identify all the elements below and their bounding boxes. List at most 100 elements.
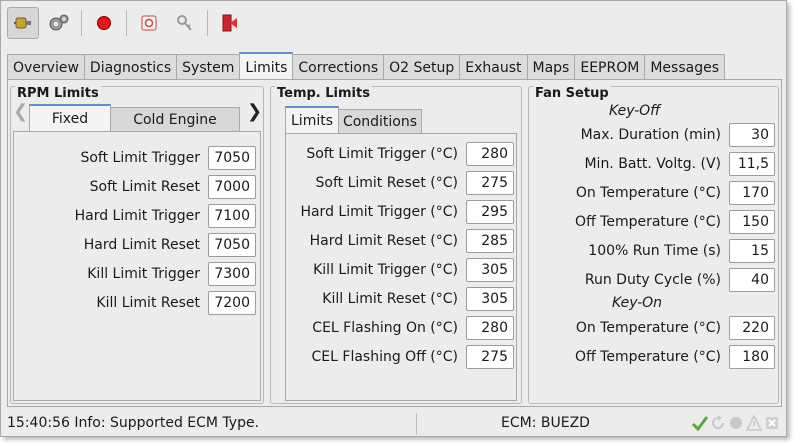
- temp-subtabs: Limits Conditions: [285, 106, 422, 133]
- tab-overview[interactable]: Overview: [7, 54, 85, 80]
- run-duty-cycle-field[interactable]: 40: [729, 268, 775, 292]
- temp-limits-panel: Soft Limit Trigger (°C) 280 Soft Limit R…: [285, 133, 517, 401]
- error-icon: [763, 414, 781, 432]
- field-label: Run Duty Cycle (%): [584, 272, 721, 288]
- key-off-on-temperature-field[interactable]: 170: [729, 181, 775, 205]
- rpm-row: Hard Limit Reset 7050: [14, 233, 256, 257]
- temp-kill-limit-reset-field[interactable]: 305: [466, 287, 514, 311]
- fan-row: On Temperature (°C) 220: [529, 316, 775, 340]
- field-label: Hard Limit Trigger: [74, 208, 200, 224]
- temp-row: Soft Limit Reset (°C) 275: [286, 171, 514, 195]
- hard-limit-reset-field[interactable]: 7050: [208, 233, 256, 257]
- fan-setup-group: Fan Setup Key-Off Max. Duration (min) 30…: [528, 86, 779, 404]
- fan-row: Min. Batt. Voltg. (V) 11,5: [529, 152, 775, 176]
- tab-corrections[interactable]: Corrections: [292, 54, 385, 80]
- rpm-row: Kill Limit Trigger 7300: [14, 262, 256, 286]
- temp-hard-limit-reset-field[interactable]: 285: [466, 229, 514, 253]
- warning-icon: [745, 414, 763, 432]
- record-button[interactable]: [88, 7, 120, 39]
- main-tabs: Overview Diagnostics System Limits Corre…: [7, 52, 725, 81]
- field-label: 100% Run Time (s): [588, 243, 721, 259]
- fan-row: 100% Run Time (s) 15: [529, 239, 775, 263]
- tab-limits[interactable]: Limits: [239, 52, 294, 81]
- key-off-label: Key-Off: [609, 103, 661, 119]
- field-label: Kill Limit Reset (°C): [322, 291, 458, 307]
- field-label: Kill Limit Reset: [96, 295, 200, 311]
- field-label: Off Temperature (°C): [575, 214, 721, 230]
- temp-soft-limit-reset-field[interactable]: 275: [466, 171, 514, 195]
- tab-system[interactable]: System: [176, 54, 241, 80]
- cel-flashing-on-field[interactable]: 280: [466, 316, 514, 340]
- fan-row: Off Temperature (°C) 150: [529, 210, 775, 234]
- subtab-limits[interactable]: Limits: [285, 106, 339, 133]
- tab-eeprom[interactable]: EEPROM: [574, 54, 646, 80]
- cel-flashing-off-field[interactable]: 275: [466, 345, 514, 369]
- key-off-off-temperature-field[interactable]: 150: [729, 210, 775, 234]
- exit-icon: [222, 14, 237, 32]
- ecm-chip-icon: [141, 15, 157, 31]
- temp-row: Kill Limit Reset (°C) 305: [286, 287, 514, 311]
- refresh-icon: [709, 414, 727, 432]
- status-message: 15:40:56 Info: Supported ECM Type.: [7, 415, 260, 431]
- field-label: Soft Limit Reset (°C): [315, 175, 459, 191]
- field-label: Off Temperature (°C): [575, 349, 721, 365]
- temp-row: CEL Flashing Off (°C) 275: [286, 345, 514, 369]
- max-duration-field[interactable]: 30: [729, 123, 775, 147]
- min-batt-voltage-field[interactable]: 11,5: [729, 152, 775, 176]
- status-icons: [691, 414, 781, 432]
- kill-limit-reset-field[interactable]: 7200: [208, 291, 256, 315]
- subtab-cold-engine[interactable]: Cold Engine: [110, 107, 240, 131]
- checkmark-icon: [691, 414, 709, 432]
- temp-kill-limit-trigger-field[interactable]: 305: [466, 258, 514, 282]
- hard-limit-trigger-field[interactable]: 7100: [208, 204, 256, 228]
- rpm-limits-title: RPM Limits: [15, 86, 101, 101]
- soft-limit-reset-field[interactable]: 7000: [208, 175, 256, 199]
- limits-tab-panel: RPM Limits ❮ Fixed Cold Engine ❯ Soft Li…: [7, 79, 782, 407]
- field-label: Max. Duration (min): [580, 127, 721, 143]
- tab-messages[interactable]: Messages: [644, 54, 725, 80]
- soft-limit-trigger-field[interactable]: 7050: [208, 146, 256, 170]
- field-label: Kill Limit Trigger: [87, 266, 200, 282]
- rpm-subtabs: Fixed Cold Engine: [29, 104, 240, 131]
- temp-row: Hard Limit Reset (°C) 285: [286, 229, 514, 253]
- field-label: CEL Flashing Off (°C): [311, 349, 458, 365]
- rpm-row: Soft Limit Trigger 7050: [14, 146, 256, 170]
- scroll-right-icon[interactable]: ❯: [247, 101, 262, 122]
- field-label: Soft Limit Trigger: [80, 150, 200, 166]
- temp-soft-limit-trigger-field[interactable]: 280: [466, 142, 514, 166]
- temp-row: Kill Limit Trigger (°C) 305: [286, 258, 514, 282]
- field-label: CEL Flashing On (°C): [312, 320, 458, 336]
- key-on-label: Key-On: [612, 295, 663, 311]
- key-button[interactable]: [169, 7, 201, 39]
- status-separator: [416, 413, 417, 435]
- connect-button[interactable]: [7, 7, 39, 39]
- main-window: Overview Diagnostics System Limits Corre…: [0, 0, 787, 437]
- tab-o2-setup[interactable]: O2 Setup: [383, 54, 461, 80]
- rpm-row: Hard Limit Trigger 7100: [14, 204, 256, 228]
- exit-button[interactable]: [214, 7, 246, 39]
- fan-setup-title: Fan Setup: [533, 86, 611, 101]
- key-on-on-temperature-field[interactable]: 220: [729, 316, 775, 340]
- tab-diagnostics[interactable]: Diagnostics: [83, 54, 178, 80]
- temp-hard-limit-trigger-field[interactable]: 295: [466, 200, 514, 224]
- subtab-conditions[interactable]: Conditions: [338, 109, 422, 133]
- field-label: Min. Batt. Voltg. (V): [584, 156, 721, 172]
- rpm-limits-group: RPM Limits ❮ Fixed Cold Engine ❯ Soft Li…: [10, 86, 264, 404]
- key-on-off-temperature-field[interactable]: 180: [729, 345, 775, 369]
- run-time-field[interactable]: 15: [729, 239, 775, 263]
- kill-limit-trigger-field[interactable]: 7300: [208, 262, 256, 286]
- fan-row: Run Duty Cycle (%) 40: [529, 268, 775, 292]
- temp-row: CEL Flashing On (°C) 280: [286, 316, 514, 340]
- temp-limits-group: Temp. Limits Limits Conditions Soft Limi…: [270, 86, 522, 404]
- connect-icon: [14, 17, 31, 29]
- ecm-button[interactable]: [133, 7, 165, 39]
- fan-row: On Temperature (°C) 170: [529, 181, 775, 205]
- scroll-left-icon[interactable]: ❮: [13, 101, 28, 122]
- fan-row: Off Temperature (°C) 180: [529, 345, 775, 369]
- tab-exhaust[interactable]: Exhaust: [459, 54, 528, 80]
- settings-button[interactable]: [43, 7, 75, 39]
- tab-maps[interactable]: Maps: [526, 54, 576, 80]
- subtab-fixed[interactable]: Fixed: [29, 104, 111, 131]
- fan-row: Max. Duration (min) 30: [529, 123, 775, 147]
- field-label: Soft Limit Trigger (°C): [306, 146, 458, 162]
